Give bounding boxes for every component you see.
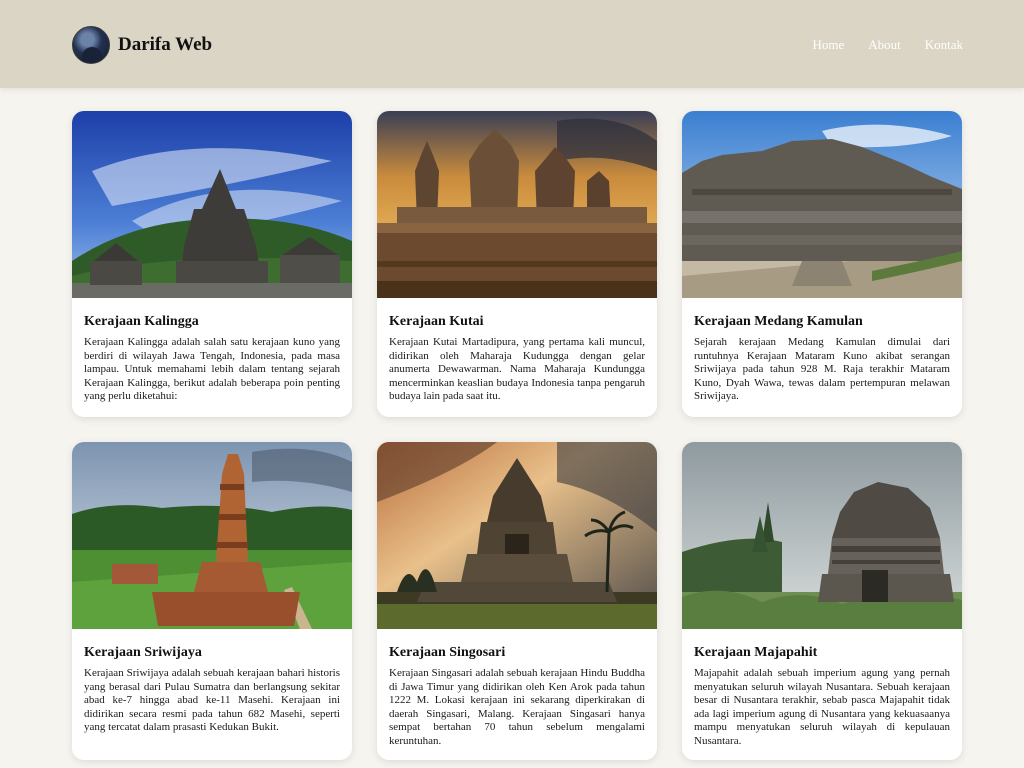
- kingdom-card: Kerajaan Medang Kamulan Sejarah kerajaan…: [682, 111, 962, 417]
- card-image-kalingga-temple: [72, 111, 352, 298]
- nav-menu: Home About Kontak: [812, 37, 963, 53]
- card-image-singosari-temple: [377, 442, 657, 629]
- card-description: Kerajaan Singasari adalah sebuah kerajaa…: [389, 667, 645, 747]
- nav-kontak-link[interactable]: Kontak: [925, 37, 963, 53]
- brand-name: Darifa Web: [118, 34, 213, 55]
- card-image-kutai-temple: [377, 111, 657, 298]
- card-title: Kerajaan Kalingga: [84, 314, 199, 329]
- card-description: Kerajaan Kalingga adalah salah satu kera…: [84, 336, 340, 403]
- brand-logo-avatar: [72, 26, 110, 64]
- card-title: Kerajaan Singosari: [389, 645, 506, 660]
- nav-about-link[interactable]: About: [868, 37, 901, 53]
- kingdom-card: Kerajaan Singosari Kerajaan Singasari ad…: [377, 442, 657, 760]
- kingdom-card: Kerajaan Kutai Kerajaan Kutai Martadipur…: [377, 111, 657, 417]
- card-description: Sejarah kerajaan Medang Kamulan dimulai …: [694, 336, 950, 403]
- card-image-sriwijaya-temple: [72, 442, 352, 629]
- card-description: Kerajaan Kutai Martadipura, yang pertama…: [389, 336, 645, 403]
- kingdom-card: Kerajaan Kalingga Kerajaan Kalingga adal…: [72, 111, 352, 417]
- card-image-medang-temple: [682, 111, 962, 298]
- card-title: Kerajaan Majapahit: [694, 645, 818, 660]
- card-description: Majapahit adalah sebuah imperium agung y…: [694, 667, 950, 747]
- navbar: Darifa Web Home About Kontak: [0, 0, 1024, 88]
- nav-home-link[interactable]: Home: [812, 37, 844, 53]
- brand[interactable]: Darifa Web: [72, 26, 212, 64]
- kingdom-card: Kerajaan Majapahit Majapahit adalah sebu…: [682, 442, 962, 760]
- card-title: Kerajaan Kutai: [389, 314, 484, 329]
- kingdom-card: Kerajaan Sriwijaya Kerajaan Sriwijaya ad…: [72, 442, 352, 760]
- card-title: Kerajaan Sriwijaya: [84, 645, 202, 660]
- card-title: Kerajaan Medang Kamulan: [694, 314, 863, 329]
- card-image-majapahit-temple: [682, 442, 962, 629]
- card-description: Kerajaan Sriwijaya adalah sebuah kerajaa…: [84, 667, 340, 734]
